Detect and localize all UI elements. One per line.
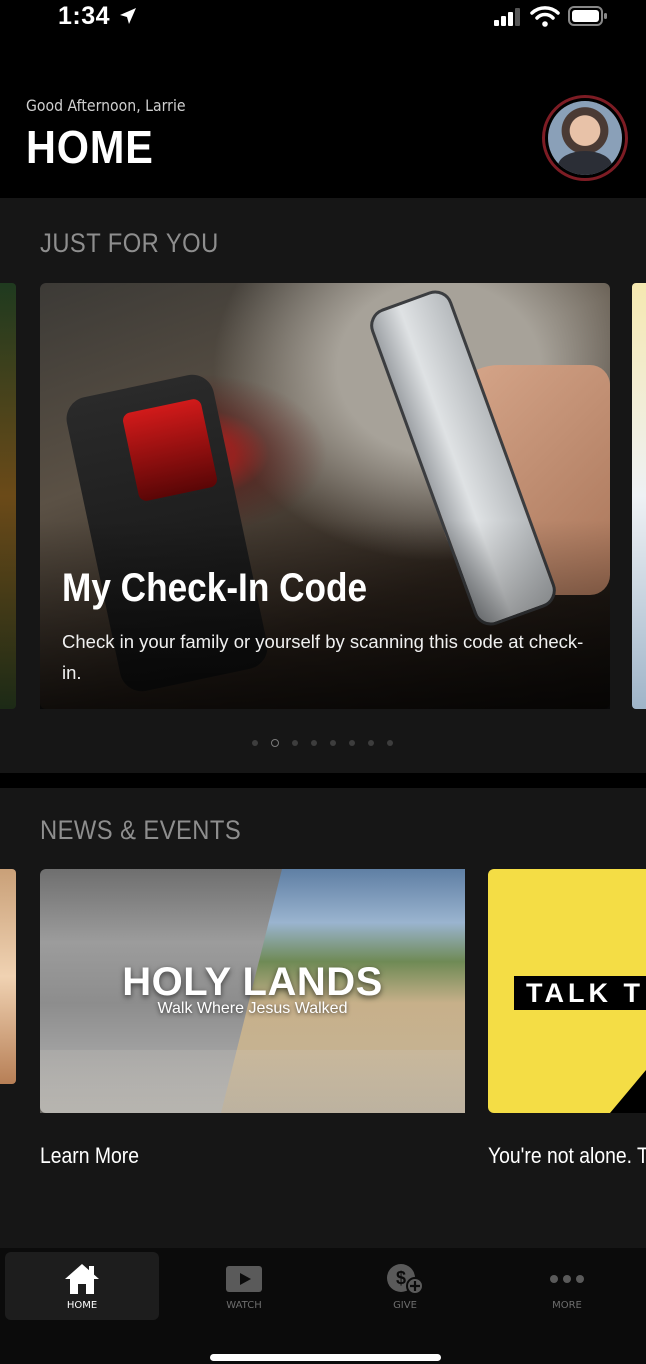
cellular-signal-icon: [494, 8, 520, 26]
nav-label: HOME: [66, 1299, 98, 1311]
profile-avatar-button[interactable]: [542, 95, 628, 181]
greeting-text: Good Afternoon, Larrie: [26, 96, 186, 115]
nav-item-give[interactable]: $ GIVE: [328, 1252, 482, 1320]
avatar: [548, 101, 622, 175]
status-time: 1:34: [58, 2, 111, 30]
holy-lands-plaza-image: [40, 1050, 465, 1113]
previous-news-card-peek[interactable]: [0, 869, 16, 1084]
svg-text:$: $: [396, 1268, 406, 1288]
carousel-pagination: [252, 739, 393, 747]
pagination-dot[interactable]: [387, 740, 393, 746]
pagination-dot[interactable]: [292, 740, 298, 746]
page-title: HOME: [26, 121, 154, 173]
battery-icon: [568, 6, 607, 26]
wifi-icon: [530, 6, 560, 27]
nav-label: GIVE: [393, 1299, 417, 1311]
nav-item-more[interactable]: MORE: [490, 1252, 644, 1320]
news-card-label[interactable]: Learn More: [40, 1143, 139, 1169]
more-icon: [547, 1262, 587, 1296]
section-title-just-for-you: JUST FOR YOU: [40, 228, 219, 258]
give-icon: $: [385, 1262, 425, 1296]
home-icon: [62, 1262, 102, 1296]
talk-image-title: TALK T: [526, 978, 644, 1008]
pagination-dot-active[interactable]: [271, 739, 279, 747]
location-arrow-icon: [120, 8, 136, 24]
play-icon: [224, 1262, 264, 1296]
pagination-dot[interactable]: [330, 740, 336, 746]
nav-item-watch[interactable]: WATCH: [167, 1252, 321, 1320]
card-title: My Check-In Code: [62, 566, 368, 610]
home-indicator[interactable]: [210, 1354, 441, 1361]
holy-lands-image-subtitle: Walk Where Jesus Walked: [157, 1000, 348, 1017]
nav-item-home[interactable]: HOME: [5, 1252, 159, 1320]
section-title-news-events: NEWS & EVENTS: [40, 815, 242, 845]
pagination-dot[interactable]: [368, 740, 374, 746]
pagination-dot[interactable]: [349, 740, 355, 746]
card-description: Check in your family or yourself by scan…: [62, 631, 584, 683]
nav-label: WATCH: [226, 1299, 262, 1311]
nav-label: MORE: [552, 1299, 582, 1311]
next-card-peek[interactable]: [632, 283, 646, 709]
pagination-dot[interactable]: [311, 740, 317, 746]
previous-card-peek[interactable]: [0, 283, 16, 709]
holy-lands-image-title: HOLY LANDS: [122, 960, 383, 1004]
news-card-label[interactable]: You're not alone. T: [488, 1143, 646, 1169]
pagination-dot[interactable]: [252, 740, 258, 746]
